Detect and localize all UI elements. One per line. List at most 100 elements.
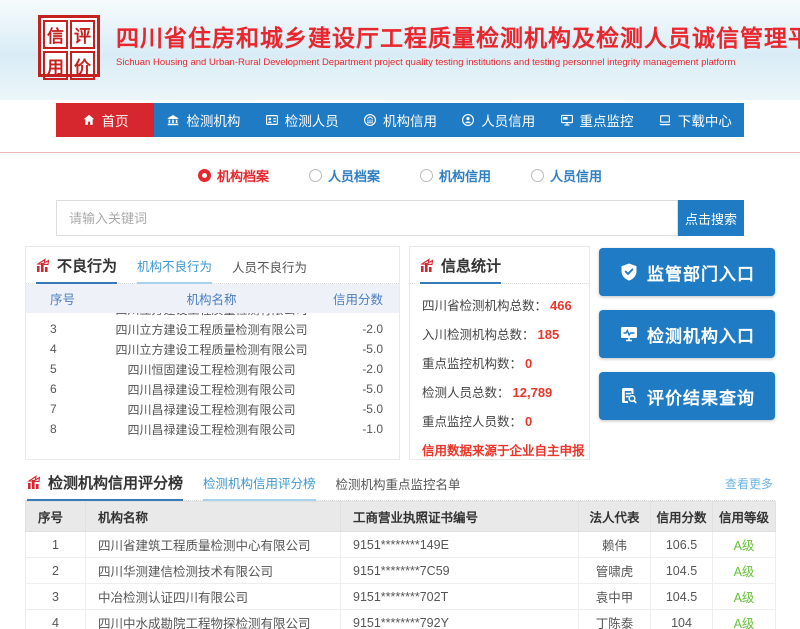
site-title: 四川省住房和城乡建设厅工程质量检测机构及检测人员诚信管理平台 (116, 19, 800, 53)
stat-value: 0 (525, 414, 532, 429)
logo-char: 价 (70, 51, 95, 80)
entry-button-评价结果查询[interactable]: 评价结果查询 (599, 372, 775, 420)
bad-behavior-row[interactable]: 8四川昌禄建设工程检测有限公司-1.0 (26, 419, 399, 435)
org-name: 四川恒固建设工程检测有限公司 (96, 361, 327, 378)
tab-person-bad-behavior[interactable]: 人员不良行为 (232, 257, 307, 283)
org-name: 四川中水成勘院工程物探检测有限公司 (86, 610, 341, 629)
credit-score: -5.0 (327, 382, 399, 396)
row-no: 6 (26, 382, 96, 396)
license-no: 9151********7C59 (341, 558, 579, 584)
credit-score: -2.0 (327, 313, 399, 316)
stats-title: 信息统计 (420, 255, 501, 284)
org-name: 四川立方建设工程质量检测有限公司 (96, 321, 327, 338)
nav-item-人员信用[interactable]: 人员信用 (449, 103, 547, 137)
nav-item-label: 人员信用 (481, 110, 535, 130)
license-no: 9151********149E (341, 532, 579, 558)
bank-icon (166, 113, 180, 127)
stat-value: 12,789 (513, 385, 553, 400)
org-name: 四川立方建设工程质量检测有限公司 (96, 341, 327, 358)
bad-behavior-row[interactable]: 5四川恒固建设工程检测有限公司-2.0 (26, 359, 399, 379)
row-no: 8 (26, 422, 96, 435)
radio-人员信用[interactable]: 人员信用 (531, 166, 602, 185)
stat-item: 重点监控人员数：0 (422, 411, 577, 430)
radio-机构信用[interactable]: 机构信用 (420, 166, 491, 185)
stat-item: 检测人员总数：12,789 (422, 382, 577, 401)
stat-item: 入川检测机构总数：185 (422, 324, 577, 343)
nav-item-首页[interactable]: 首页 (56, 103, 154, 137)
entry-buttons: 监管部门入口检测机构入口评价结果查询 (599, 246, 775, 460)
bad-behavior-list[interactable]: 2四川立方建设工程质量检测有限公司-2.03四川立方建设工程质量检测有限公司-2… (26, 313, 399, 435)
legal-person: 袁中甲 (579, 584, 651, 610)
tab-credit-ranking[interactable]: 检测机构信用评分榜 (203, 473, 316, 501)
nav-item-重点监控[interactable]: 重点监控 (547, 103, 645, 137)
laptop-icon (658, 113, 672, 127)
bad-behavior-row[interactable]: 3四川立方建设工程质量检测有限公司-2.0 (26, 319, 399, 339)
row-no: 5 (26, 362, 96, 376)
row-no: 3 (26, 322, 96, 336)
row-no: 7 (26, 402, 96, 416)
credit-score: 104.5 (651, 558, 713, 584)
credit-score: 104.5 (651, 584, 713, 610)
radio-label: 人员档案 (328, 166, 380, 185)
ranking-row[interactable]: 3中冶检测认证四川有限公司9151********702T袁中甲104.5A级 (26, 584, 776, 610)
row-no: 1 (26, 532, 86, 558)
nav-item-下载中心[interactable]: 下载中心 (646, 103, 744, 137)
radio-icon[interactable] (198, 169, 211, 182)
tab-org-bad-behavior[interactable]: 机构不良行为 (137, 256, 212, 284)
home-icon (82, 113, 96, 127)
org-name: 四川华测建信检测技术有限公司 (86, 558, 341, 584)
ranking-row[interactable]: 1四川省建筑工程质量检测中心有限公司9151********149E赖伟106.… (26, 532, 776, 558)
radio-label: 人员信用 (550, 166, 602, 185)
entry-button-监管部门入口[interactable]: 监管部门入口 (599, 248, 775, 296)
search-panel: 机构档案 人员档案 机构信用 人员信用 点击搜索 (56, 153, 744, 236)
entry-button-检测机构入口[interactable]: 检测机构入口 (599, 310, 775, 358)
credit-score: -5.0 (327, 342, 399, 356)
shield-check-icon (619, 262, 639, 282)
view-more-link[interactable]: 查看更多 (725, 475, 773, 500)
nav-item-机构信用[interactable]: 机构信用 (351, 103, 449, 137)
row-no: 4 (26, 610, 86, 629)
org-name: 四川省建筑工程质量检测中心有限公司 (86, 532, 341, 558)
logo-char: 信 (43, 20, 68, 49)
ranking-title: 检测机构信用评分榜 (27, 472, 183, 501)
tab-key-monitoring-list[interactable]: 检测机构重点监控名单 (336, 474, 461, 500)
radio-人员档案[interactable]: 人员档案 (309, 166, 380, 185)
credit-score: 106.5 (651, 532, 713, 558)
bar-chart-icon (36, 258, 52, 274)
radio-机构档案[interactable]: 机构档案 (198, 166, 269, 185)
radio-icon[interactable] (531, 169, 544, 182)
search-input[interactable] (56, 200, 678, 236)
bad-behavior-row[interactable]: 4四川立方建设工程质量检测有限公司-5.0 (26, 339, 399, 359)
bad-behavior-row[interactable]: 6四川昌禄建设工程检测有限公司-5.0 (26, 379, 399, 399)
radio-icon[interactable] (420, 169, 433, 182)
nav-item-检测人员[interactable]: 检测人员 (253, 103, 351, 137)
bad-behavior-row[interactable]: 7四川昌禄建设工程检测有限公司-5.0 (26, 399, 399, 419)
license-no: 9151********792Y (341, 610, 579, 629)
entry-button-label: 评价结果查询 (647, 384, 755, 409)
credit-score: -2.0 (327, 362, 399, 376)
entry-button-label: 检测机构入口 (647, 322, 755, 347)
org-name: 四川立方建设工程质量检测有限公司 (96, 313, 327, 318)
bad-behavior-title: 不良行为 (36, 255, 117, 284)
legal-person: 赖伟 (579, 532, 651, 558)
search-type-radios: 机构档案 人员档案 机构信用 人员信用 (56, 166, 744, 185)
row-no: 4 (26, 342, 96, 356)
ranking-row[interactable]: 2四川华测建信检测技术有限公司9151********7C59管啸虎104.5A… (26, 558, 776, 584)
row-no: 2 (26, 558, 86, 584)
ranking-table-header: 序号 机构名称 工商营业执照证书编号 法人代表 信用分数 信用等级 (26, 502, 776, 532)
site-logo: 信 评 用 价 (38, 15, 100, 77)
credit-score: -2.0 (327, 322, 399, 336)
org-name: 四川昌禄建设工程检测有限公司 (96, 401, 327, 418)
ranking-row[interactable]: 4四川中水成勘院工程物探检测有限公司9151********792Y丁陈泰104… (26, 610, 776, 629)
stat-item: 四川省检测机构总数：466 (422, 295, 577, 314)
id-card-icon (265, 113, 279, 127)
stat-value: 0 (525, 356, 532, 371)
search-button[interactable]: 点击搜索 (678, 200, 744, 236)
nav-item-检测机构[interactable]: 检测机构 (154, 103, 252, 137)
credit-grade: A级 (713, 584, 776, 610)
credit-score: -5.0 (327, 402, 399, 416)
nav-item-label: 机构信用 (383, 110, 437, 130)
radio-icon[interactable] (309, 169, 322, 182)
org-name: 四川昌禄建设工程检测有限公司 (96, 421, 327, 436)
site-subtitle: Sichuan Housing and Urban-Rural Developm… (116, 57, 735, 68)
